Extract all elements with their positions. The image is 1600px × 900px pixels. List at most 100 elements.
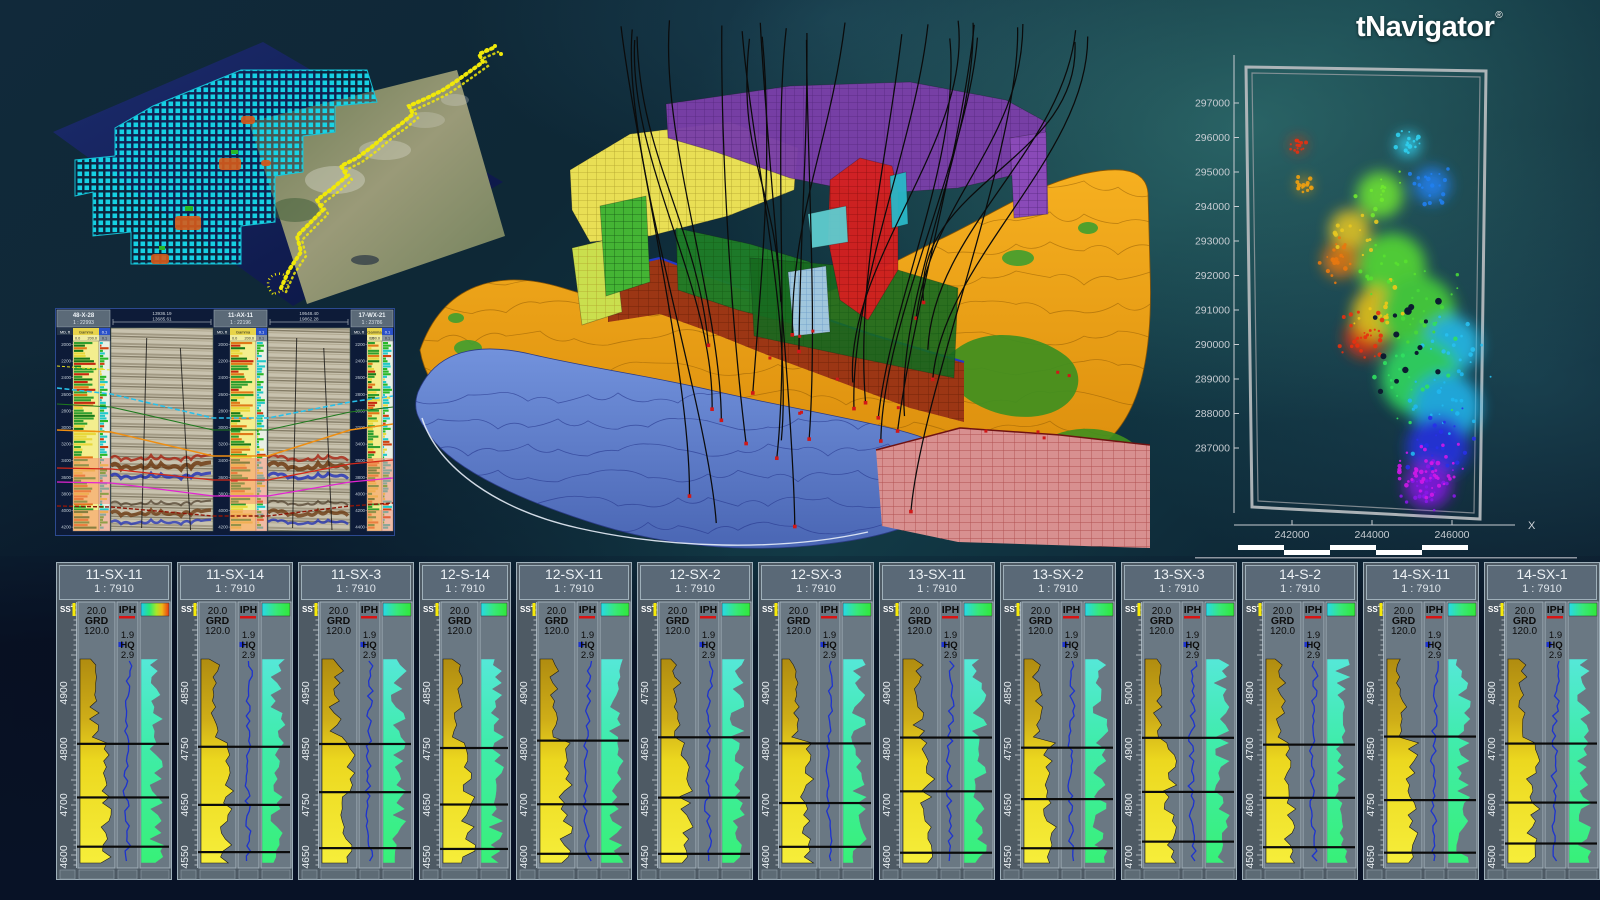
svg-text:292000: 292000 (1195, 270, 1230, 282)
well-scale: 1 : 7910 (1488, 583, 1596, 596)
svg-text:3200: 3200 (61, 442, 71, 447)
svg-text:2.9: 2.9 (702, 650, 715, 661)
svg-text:0.1: 0.1 (102, 337, 107, 341)
well-log-panel[interactable]: 11-SX-14 1 : 7910 4850475046504550SST20.… (177, 562, 293, 880)
svg-text:IPH: IPH (1547, 604, 1565, 616)
property-scatter-map[interactable]: 2970002960002950002940002930002920002910… (1180, 45, 1600, 560)
svg-text:2600: 2600 (61, 392, 71, 397)
svg-text:3600: 3600 (218, 475, 228, 480)
svg-text:120.0: 120.0 (447, 626, 472, 637)
svg-text:242000: 242000 (1274, 529, 1309, 541)
svg-text:0.1: 0.1 (385, 337, 390, 341)
svg-text:4550: 4550 (179, 845, 191, 869)
svg-text:4800: 4800 (760, 737, 772, 761)
well-panel-tracks: 4950485047504650SST20.0GRD120.0IPH1.9HQ2… (1364, 601, 1478, 881)
svg-text:120.0: 120.0 (205, 626, 230, 637)
well-scale: 1 : 7910 (1246, 583, 1354, 596)
svg-text:1 : 22196: 1 : 22196 (230, 320, 251, 326)
svg-text:IPH: IPH (700, 604, 718, 616)
svg-text:2200: 2200 (355, 342, 365, 347)
svg-text:4750: 4750 (639, 681, 651, 705)
svg-text:246000: 246000 (1434, 529, 1469, 541)
svg-text:4500: 4500 (1486, 845, 1498, 869)
well-log-panel[interactable]: 11-SX-3 1 : 7910 4950485047504650SST20.0… (298, 562, 414, 880)
svg-text:4500: 4500 (1244, 845, 1256, 869)
svg-text:4700: 4700 (881, 793, 893, 817)
registered-mark: ® (1495, 10, 1502, 21)
well-name: 13-SX-2 (1004, 566, 1112, 583)
well-scale: 1 : 7910 (883, 583, 991, 596)
well-name: 11-SX-3 (302, 566, 410, 583)
svg-text:200.0: 200.0 (244, 337, 254, 341)
svg-text:IPH: IPH (942, 604, 960, 616)
svg-text:IPH: IPH (1305, 604, 1323, 616)
svg-text:4750: 4750 (179, 737, 191, 761)
svg-text:4650: 4650 (421, 793, 433, 817)
svg-text:4750: 4750 (1002, 737, 1014, 761)
svg-text:4750: 4750 (300, 793, 312, 817)
well-log-panel[interactable]: 13-SX-11 1 : 7910 4900480047004600SST20.… (879, 562, 995, 880)
svg-text:4750: 4750 (421, 737, 433, 761)
svg-text:3800: 3800 (61, 491, 71, 496)
well-log-panel[interactable]: 11-SX-11 1 : 7910 4900480047004600SST20.… (56, 562, 172, 880)
svg-text:0.0: 0.0 (75, 337, 80, 341)
well-panel-tracks: 4900480047004600SST20.0GRD120.0IPH1.9HQ2… (517, 601, 631, 881)
svg-text:4650: 4650 (639, 737, 651, 761)
svg-text:290000: 290000 (1195, 339, 1230, 351)
well-log-panel[interactable]: 13-SX-3 1 : 7910 5000490048004700SST20.0… (1121, 562, 1237, 880)
well-name: 12-SX-2 (641, 566, 749, 583)
well-panel-tracks: 4900480047004600SST20.0GRD120.0IPH1.9HQ2… (57, 601, 171, 881)
svg-text:2.9: 2.9 (944, 650, 957, 661)
svg-text:4900: 4900 (881, 681, 893, 705)
well-scale: 1 : 7910 (1004, 583, 1112, 596)
svg-text:4000: 4000 (61, 508, 71, 513)
well-scale: 1 : 7910 (60, 583, 168, 596)
well-name: 14-SX-1 (1488, 566, 1596, 583)
correlation-panel[interactable]: 13936.1913685.6119548.4019862.2848-X-281… (55, 308, 395, 536)
well-log-panel[interactable]: 14-SX-1 1 : 7910 4800470046004500SST20.0… (1484, 562, 1600, 880)
svg-text:19548.40: 19548.40 (299, 311, 319, 316)
svg-text:4650: 4650 (300, 845, 312, 869)
svg-text:4800: 4800 (1486, 681, 1498, 705)
well-panel-tracks: 4850475046504550SST20.0GRD120.0IPH1.9HQ2… (178, 601, 292, 881)
svg-text:IPH: IPH (240, 604, 258, 616)
svg-text:120.0: 120.0 (1512, 626, 1537, 637)
svg-text:IPH: IPH (1063, 604, 1081, 616)
well-scale: 1 : 7910 (1367, 583, 1475, 596)
well-name: 12-SX-11 (520, 566, 628, 583)
well-panel-header: 13-SX-3 1 : 7910 (1124, 565, 1234, 600)
geology-3d-view[interactable] (398, 18, 1178, 578)
well-scale: 1 : 7910 (762, 583, 870, 596)
well-panel-header: 11-SX-11 1 : 7910 (59, 565, 169, 600)
svg-text:2.9: 2.9 (242, 650, 255, 661)
well-log-panel[interactable]: 14-SX-11 1 : 7910 4950485047504650SST20.… (1363, 562, 1479, 880)
svg-text:Gamma: Gamma (79, 329, 94, 334)
well-name: 12-S-14 (423, 566, 507, 583)
well-log-panel[interactable]: 13-SX-2 1 : 7910 4850475046504550SST20.0… (1000, 562, 1116, 880)
svg-text:2800: 2800 (355, 392, 365, 397)
svg-text:4400: 4400 (355, 525, 365, 530)
well-panel-header: 12-S-14 1 : 7910 (422, 565, 508, 600)
well-log-panel[interactable]: 12-SX-2 1 : 7910 4750465045504450SST20.0… (637, 562, 753, 880)
svg-text:2800: 2800 (218, 408, 228, 413)
well-panel-header: 14-S-2 1 : 7910 (1245, 565, 1355, 600)
svg-text:2400: 2400 (355, 359, 365, 364)
well-panel-header: 14-SX-11 1 : 7910 (1366, 565, 1476, 600)
well-log-panel[interactable]: 12-SX-11 1 : 7910 4900480047004600SST20.… (516, 562, 632, 880)
svg-text:296000: 296000 (1195, 132, 1230, 144)
svg-text:0.1: 0.1 (102, 329, 108, 334)
svg-text:IPH: IPH (1426, 604, 1444, 616)
svg-text:4900: 4900 (1123, 737, 1135, 761)
well-log-panel[interactable]: 14-S-2 1 : 7910 4800470046004500SST20.0G… (1242, 562, 1358, 880)
svg-text:IPH: IPH (361, 604, 379, 616)
well-log-panel[interactable]: 12-S-14 1 : 7910 4850475046504550SST20.0… (419, 562, 511, 880)
svg-text:4700: 4700 (1486, 737, 1498, 761)
svg-text:287000: 287000 (1195, 443, 1230, 455)
svg-text:2.9: 2.9 (1307, 650, 1320, 661)
svg-text:4800: 4800 (881, 737, 893, 761)
well-scale: 1 : 7910 (302, 583, 410, 596)
well-log-panel[interactable]: 12-SX-3 1 : 7910 4900480047004600SST20.0… (758, 562, 874, 880)
svg-text:1 : 22993: 1 : 22993 (73, 320, 94, 326)
svg-text:244000: 244000 (1354, 529, 1389, 541)
well-panel-header: 12-SX-2 1 : 7910 (640, 565, 750, 600)
